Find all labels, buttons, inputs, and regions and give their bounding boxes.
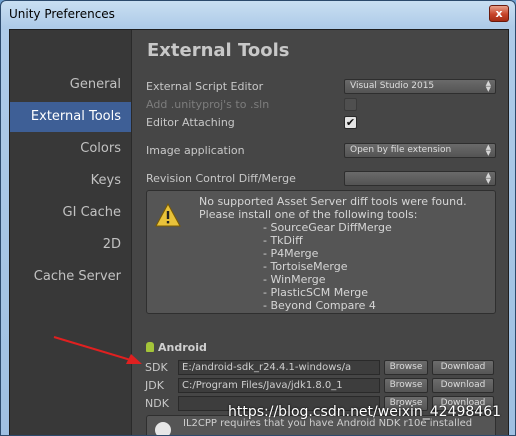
editor-attaching-checkbox[interactable]: ✔: [344, 116, 357, 129]
list-item: - SourceGear DiffMerge: [263, 221, 392, 234]
updown-arrow-icon: ▲ ▼: [485, 79, 491, 93]
list-item: - PlasticSCM Merge: [263, 286, 369, 299]
sidebar-item-cache-server[interactable]: Cache Server: [10, 262, 131, 292]
sidebar-item-gi-cache[interactable]: GI Cache: [10, 198, 131, 228]
sidebar-item-general[interactable]: General: [10, 70, 131, 100]
jdk-download-button[interactable]: Download: [432, 378, 494, 393]
revision-control-label: Revision Control Diff/Merge: [146, 172, 296, 185]
android-header-label: Android: [158, 341, 207, 354]
list-item: - TortoiseMerge: [263, 260, 348, 273]
preferences-client: General External Tools Colors Keys GI Ca…: [9, 29, 509, 435]
diff-tools-help-box: No supported Asset Server diff tools wer…: [146, 190, 496, 314]
external-tools-panel: External Tools External Script Editor Vi…: [132, 30, 508, 435]
updown-arrow-icon: ▲ ▼: [485, 171, 491, 185]
list-item: - P4Merge: [263, 247, 319, 260]
diff-tool-list: - SourceGear DiffMerge - TkDiff - P4Merg…: [263, 221, 392, 312]
help-message: No supported Asset Server diff tools wer…: [199, 195, 467, 221]
page-title: External Tools: [147, 40, 290, 61]
image-application-label: Image application: [146, 144, 245, 157]
external-script-editor-dropdown[interactable]: Visual Studio 2015 ▲ ▼: [344, 79, 496, 94]
android-section-header: Android: [146, 341, 207, 354]
sdk-browse-button[interactable]: Browse: [384, 360, 428, 375]
image-application-dropdown[interactable]: Open by file extension ▲ ▼: [344, 143, 496, 158]
android-icon: [146, 342, 154, 352]
watermark-text: https://blog.csdn.net/weixin_42498461: [228, 404, 502, 420]
jdk-label: JDK: [145, 379, 164, 392]
external-script-editor-label: External Script Editor: [146, 80, 264, 93]
list-item: - WinMerge: [263, 273, 326, 286]
list-item: - TkDiff: [263, 234, 303, 247]
list-item: - Beyond Compare 4: [263, 299, 376, 312]
title-bar[interactable]: Unity Preferences x: [1, 1, 515, 29]
preferences-window: Unity Preferences x General External Too…: [0, 0, 516, 436]
add-unityproj-checkbox[interactable]: [344, 98, 357, 111]
sidebar: General External Tools Colors Keys GI Ca…: [10, 30, 132, 435]
jdk-browse-button[interactable]: Browse: [384, 378, 428, 393]
sidebar-item-external-tools[interactable]: External Tools: [10, 102, 131, 132]
sidebar-item-keys[interactable]: Keys: [10, 166, 131, 196]
info-icon: [155, 422, 171, 435]
sidebar-item-colors[interactable]: Colors: [10, 134, 131, 164]
warning-icon: [155, 203, 181, 227]
updown-arrow-icon: ▲ ▼: [485, 143, 491, 157]
add-unityproj-label: Add .unityproj's to .sln: [146, 98, 270, 111]
revision-control-dropdown[interactable]: ▲ ▼: [344, 171, 496, 186]
editor-attaching-label: Editor Attaching: [146, 116, 235, 129]
image-application-value: Open by file extension: [350, 145, 452, 155]
sdk-label: SDK: [145, 361, 168, 374]
jdk-path-field[interactable]: C:/Program Files/Java/jdk1.8.0_1: [178, 378, 380, 393]
sidebar-item-2d[interactable]: 2D: [10, 230, 131, 260]
close-button[interactable]: x: [489, 5, 509, 22]
sdk-download-button[interactable]: Download: [432, 360, 494, 375]
sdk-path-field[interactable]: E:/android-sdk_r24.4.1-windows/a: [178, 360, 380, 375]
external-script-editor-value: Visual Studio 2015: [350, 81, 435, 91]
window-title: Unity Preferences: [9, 7, 115, 21]
ndk-label: NDK: [145, 397, 169, 410]
